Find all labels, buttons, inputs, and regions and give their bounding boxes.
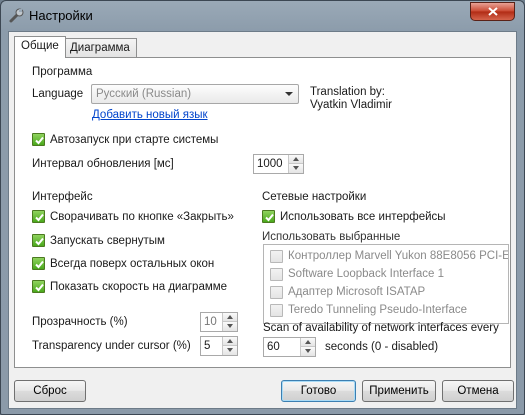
checkbox-icon (270, 285, 283, 299)
reset-button[interactable]: Сброс (14, 380, 86, 402)
use-all-interfaces-checkbox[interactable]: Использовать все интерфейсы (262, 210, 446, 223)
transparency-cursor-value: 5 (204, 340, 211, 352)
start-minimized-label: Запускать свернутым (50, 234, 165, 247)
checkbox-check-icon (32, 133, 45, 146)
tab-general[interactable]: Общие (14, 36, 66, 58)
refresh-interval-value: 1000 (257, 158, 283, 170)
translation-by-label: Translation by: (310, 86, 385, 98)
transparency-stepper[interactable]: 10 (200, 312, 238, 332)
interface-list[interactable]: Контроллер Marvell Yukon 88E8056 PCI-E G… (263, 244, 509, 324)
add-language-link[interactable]: Добавить новый язык (92, 109, 208, 121)
always-on-top-checkbox[interactable]: Всегда поверх остальных окон (32, 257, 214, 270)
spin-up-button[interactable] (223, 337, 237, 346)
list-item[interactable]: Teredo Tunneling Pseudo-Interface (270, 302, 467, 318)
spin-up-button[interactable] (223, 313, 237, 322)
close-button[interactable] (470, 2, 515, 21)
checkbox-check-icon (32, 257, 45, 270)
scan-interval-suffix: seconds (0 - disabled) (325, 341, 439, 353)
transparency-cursor-label: Transparency under cursor (%) (32, 340, 191, 352)
show-speed-checkbox[interactable]: Показать скорость на диаграмме (32, 280, 227, 293)
program-section-label: Программа (32, 66, 93, 78)
minimize-on-close-checkbox[interactable]: Сворачивать по кнопке «Закрыть» (32, 210, 234, 223)
window-title: Настройки (29, 8, 93, 23)
start-minimized-checkbox[interactable]: Запускать свернутым (32, 234, 165, 247)
spin-down-button[interactable] (223, 322, 237, 331)
transparency-label: Прозрачность (%) (32, 316, 128, 328)
checkbox-icon (270, 249, 283, 263)
spin-up-button[interactable] (289, 155, 303, 164)
list-item[interactable]: Software Loopback Interface 1 (270, 266, 444, 282)
ok-button[interactable]: Готово (281, 380, 356, 402)
tab-panel-general: Программа Language Русский (Russian) Доб… (14, 57, 511, 368)
scan-interval-stepper[interactable]: 60 (263, 337, 316, 357)
language-label: Language (32, 88, 84, 100)
interface-section-label: Интерфейс (32, 191, 93, 203)
checkbox-check-icon (32, 234, 45, 247)
transparency-cursor-stepper[interactable]: 5 (200, 336, 238, 356)
network-section-label: Сетевые настройки (262, 191, 367, 203)
show-speed-label: Показать скорость на диаграмме (50, 280, 228, 293)
cancel-button[interactable]: Отмена (442, 380, 514, 402)
tab-diagram[interactable]: Диаграмма (63, 38, 137, 58)
use-selected-label: Использовать выбранные (262, 231, 401, 243)
checkbox-icon (270, 303, 283, 317)
spin-up-button[interactable] (301, 338, 315, 347)
spin-down-button[interactable] (223, 346, 237, 355)
chevron-down-icon (285, 92, 293, 96)
spin-down-button[interactable] (301, 347, 315, 356)
scan-interval-label: Scan of availability of network interfac… (263, 322, 499, 334)
checkbox-check-icon (262, 210, 275, 223)
language-select[interactable]: Русский (Russian) (91, 84, 299, 104)
autostart-label: Автозапуск при старте системы (50, 133, 219, 146)
close-icon (487, 7, 498, 16)
use-all-interfaces-label: Использовать все интерфейсы (280, 210, 446, 223)
always-on-top-label: Всегда поверх остальных окон (50, 257, 215, 270)
wrench-icon (9, 8, 24, 23)
minimize-on-close-label: Сворачивать по кнопке «Закрыть» (50, 210, 234, 223)
transparency-value: 10 (204, 316, 217, 328)
translator-name: Vyatkin Vladimir (310, 99, 393, 111)
settings-window: Настройки Общие Диаграмма Программа Lang… (0, 0, 525, 415)
checkbox-icon (270, 267, 283, 281)
language-select-value: Русский (Russian) (96, 88, 192, 100)
refresh-interval-stepper[interactable]: 1000 (253, 154, 304, 174)
checkbox-check-icon (32, 280, 45, 293)
autostart-checkbox[interactable]: Автозапуск при старте системы (32, 133, 218, 146)
title-bar[interactable]: Настройки (1, 1, 524, 31)
refresh-interval-label: Интервал обновления [мс] (32, 158, 174, 170)
apply-button[interactable]: Применить (362, 380, 436, 402)
list-item[interactable]: Контроллер Marvell Yukon 88E8056 PCI-E G (270, 248, 508, 264)
list-item[interactable]: Адаптер Microsoft ISATAP (270, 284, 425, 300)
spin-down-button[interactable] (289, 164, 303, 173)
dialog-body: Общие Диаграмма Программа Language Русск… (8, 31, 517, 409)
checkbox-check-icon (32, 210, 45, 223)
scan-interval-value: 60 (267, 341, 280, 353)
